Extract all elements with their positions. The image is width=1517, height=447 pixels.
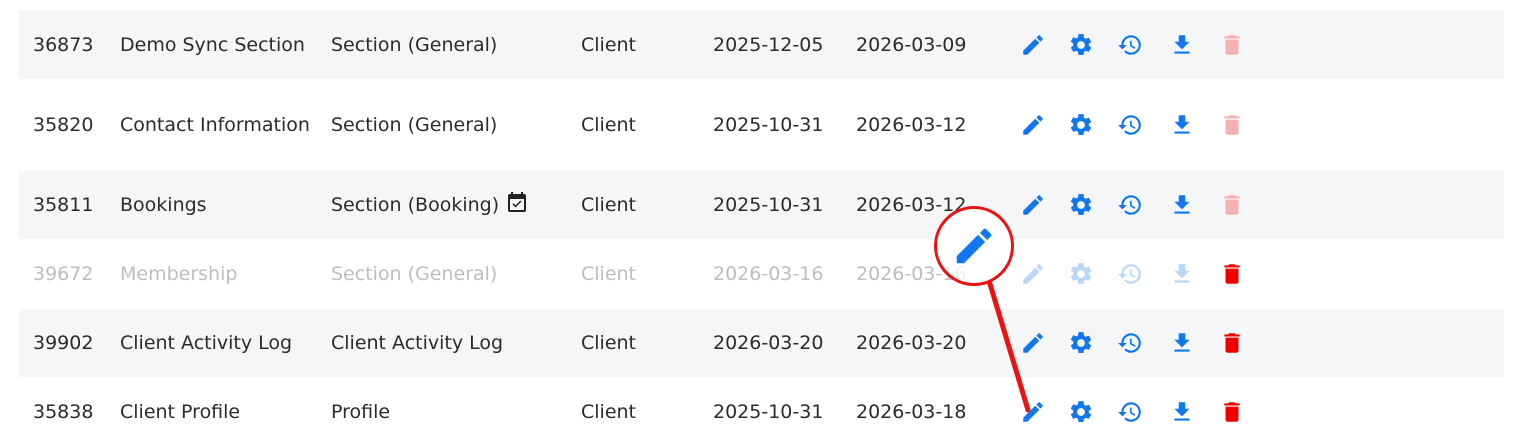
pencil-icon[interactable] bbox=[1020, 261, 1046, 287]
row-owner: Client bbox=[581, 114, 637, 136]
row-updated-date: 2026-03-18 bbox=[856, 401, 967, 423]
row-name: Client Profile bbox=[120, 401, 241, 423]
row-actions bbox=[1020, 32, 1250, 58]
row-name: Demo Sync Section bbox=[120, 33, 305, 56]
table-row: 35820 Contact Information Section (Gener… bbox=[19, 79, 1504, 171]
download-icon[interactable] bbox=[1169, 330, 1195, 356]
history-icon[interactable] bbox=[1117, 330, 1143, 356]
download-icon[interactable] bbox=[1169, 192, 1195, 218]
row-created-date: 2025-10-31 bbox=[713, 401, 824, 423]
gear-icon[interactable] bbox=[1068, 330, 1094, 356]
row-actions bbox=[1020, 399, 1250, 425]
row-actions bbox=[1020, 112, 1250, 138]
trash-icon[interactable] bbox=[1219, 192, 1245, 218]
row-name: Client Activity Log bbox=[120, 332, 293, 354]
row-created-date: 2026-03-16 bbox=[713, 263, 824, 285]
pencil-icon[interactable] bbox=[1020, 192, 1046, 218]
row-id: 35838 bbox=[33, 401, 94, 423]
table-row: 35811 Bookings Section (Booking) Client … bbox=[19, 171, 1504, 239]
pencil-icon bbox=[956, 228, 992, 264]
gear-icon[interactable] bbox=[1068, 112, 1094, 138]
trash-icon[interactable] bbox=[1219, 399, 1245, 425]
history-icon[interactable] bbox=[1117, 261, 1143, 287]
row-type: Section (General) bbox=[331, 33, 498, 56]
row-id: 35820 bbox=[33, 114, 94, 136]
row-created-date: 2025-10-31 bbox=[713, 114, 824, 136]
row-owner: Client bbox=[581, 401, 637, 423]
row-actions bbox=[1020, 192, 1250, 218]
download-icon[interactable] bbox=[1169, 261, 1195, 287]
row-updated-date: 2026-03-09 bbox=[856, 33, 967, 56]
gear-icon[interactable] bbox=[1068, 32, 1094, 58]
pencil-icon[interactable] bbox=[1020, 330, 1046, 356]
history-icon[interactable] bbox=[1117, 32, 1143, 58]
history-icon[interactable] bbox=[1117, 399, 1143, 425]
row-updated-date: 2026-03-12 bbox=[856, 114, 967, 136]
gear-icon[interactable] bbox=[1068, 261, 1094, 287]
table-row: 39902 Client Activity Log Client Activit… bbox=[19, 309, 1504, 377]
row-id: 36873 bbox=[33, 33, 94, 56]
sections-table: 36873 Demo Sync Section Section (General… bbox=[19, 10, 1504, 447]
gear-icon[interactable] bbox=[1068, 399, 1094, 425]
row-name: Contact Information bbox=[120, 114, 310, 136]
table-row-inactive: 39672 Membership Section (General) Clien… bbox=[19, 239, 1504, 309]
row-owner: Client bbox=[581, 194, 637, 216]
trash-icon[interactable] bbox=[1219, 32, 1245, 58]
row-id: 39902 bbox=[33, 332, 94, 354]
download-icon[interactable] bbox=[1169, 32, 1195, 58]
row-type-cell: Section (Booking) bbox=[331, 190, 529, 220]
row-updated-date: 2026-03-20 bbox=[856, 332, 967, 354]
table-row: 35838 Client Profile Profile Client 2025… bbox=[19, 377, 1504, 447]
row-created-date: 2025-12-05 bbox=[713, 33, 824, 56]
pencil-icon[interactable] bbox=[1020, 399, 1046, 425]
row-type: Section (General) bbox=[331, 263, 498, 285]
history-icon[interactable] bbox=[1117, 192, 1143, 218]
download-icon[interactable] bbox=[1169, 112, 1195, 138]
trash-icon[interactable] bbox=[1219, 261, 1245, 287]
row-owner: Client bbox=[581, 332, 637, 354]
row-type: Section (Booking) bbox=[331, 194, 500, 216]
table-row: 36873 Demo Sync Section Section (General… bbox=[19, 10, 1504, 79]
row-actions bbox=[1020, 330, 1250, 356]
download-icon[interactable] bbox=[1169, 399, 1195, 425]
calendar-check-icon bbox=[508, 192, 527, 212]
row-created-date: 2026-03-20 bbox=[713, 332, 824, 354]
row-type: Client Activity Log bbox=[331, 332, 504, 354]
annotation-magnifier bbox=[934, 206, 1014, 286]
trash-icon[interactable] bbox=[1219, 112, 1245, 138]
history-icon[interactable] bbox=[1117, 112, 1143, 138]
row-actions bbox=[1020, 261, 1250, 287]
row-type: Section (General) bbox=[331, 114, 498, 136]
row-id: 39672 bbox=[33, 263, 94, 285]
row-owner: Client bbox=[581, 33, 637, 56]
gear-icon[interactable] bbox=[1068, 192, 1094, 218]
row-id: 35811 bbox=[33, 194, 94, 216]
row-name: Membership bbox=[120, 263, 238, 285]
trash-icon[interactable] bbox=[1219, 330, 1245, 356]
row-name: Bookings bbox=[120, 194, 207, 216]
pencil-icon[interactable] bbox=[1020, 112, 1046, 138]
row-created-date: 2025-10-31 bbox=[713, 194, 824, 216]
row-type: Profile bbox=[331, 401, 391, 423]
row-owner: Client bbox=[581, 263, 637, 285]
pencil-icon[interactable] bbox=[1020, 32, 1046, 58]
